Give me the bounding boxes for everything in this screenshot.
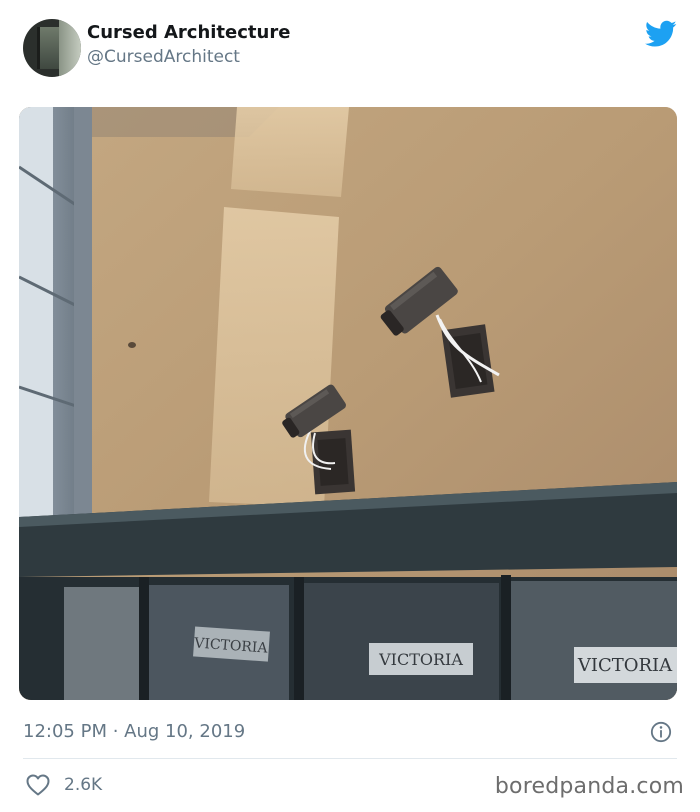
- like-button[interactable]: 2.6K: [26, 773, 102, 797]
- avatar[interactable]: [23, 19, 81, 77]
- tweet-photo[interactable]: VICTORIA VICTORIA VICTORIA: [19, 107, 677, 700]
- svg-text:VICTORIA: VICTORIA: [378, 650, 463, 669]
- tweet-card: Cursed Architecture @CursedArchitect VIC…: [0, 0, 700, 812]
- divider: [23, 758, 677, 759]
- tweet-timestamp[interactable]: 12:05 PM · Aug 10, 2019: [23, 721, 245, 742]
- window-post: [74, 107, 92, 537]
- heart-icon: [26, 774, 50, 796]
- photo-scene: VICTORIA VICTORIA VICTORIA: [19, 107, 677, 700]
- twitter-bird-icon[interactable]: [645, 20, 677, 48]
- victoria-sign-1: VICTORIA: [193, 626, 270, 662]
- victoria-sign-3: VICTORIA: [574, 647, 677, 683]
- window-glass: [19, 107, 53, 547]
- avatar-frame-shape: [59, 19, 81, 77]
- user-handle[interactable]: @CursedArchitect: [87, 47, 240, 67]
- victoria-sign-2: VICTORIA: [369, 643, 473, 675]
- svg-text:VICTORIA: VICTORIA: [577, 655, 673, 676]
- display-name[interactable]: Cursed Architecture: [87, 22, 290, 43]
- info-icon[interactable]: [650, 721, 672, 743]
- light-patch-top: [231, 107, 349, 197]
- source-watermark: boredpanda.com: [494, 774, 684, 799]
- like-count: 2.6K: [64, 775, 103, 795]
